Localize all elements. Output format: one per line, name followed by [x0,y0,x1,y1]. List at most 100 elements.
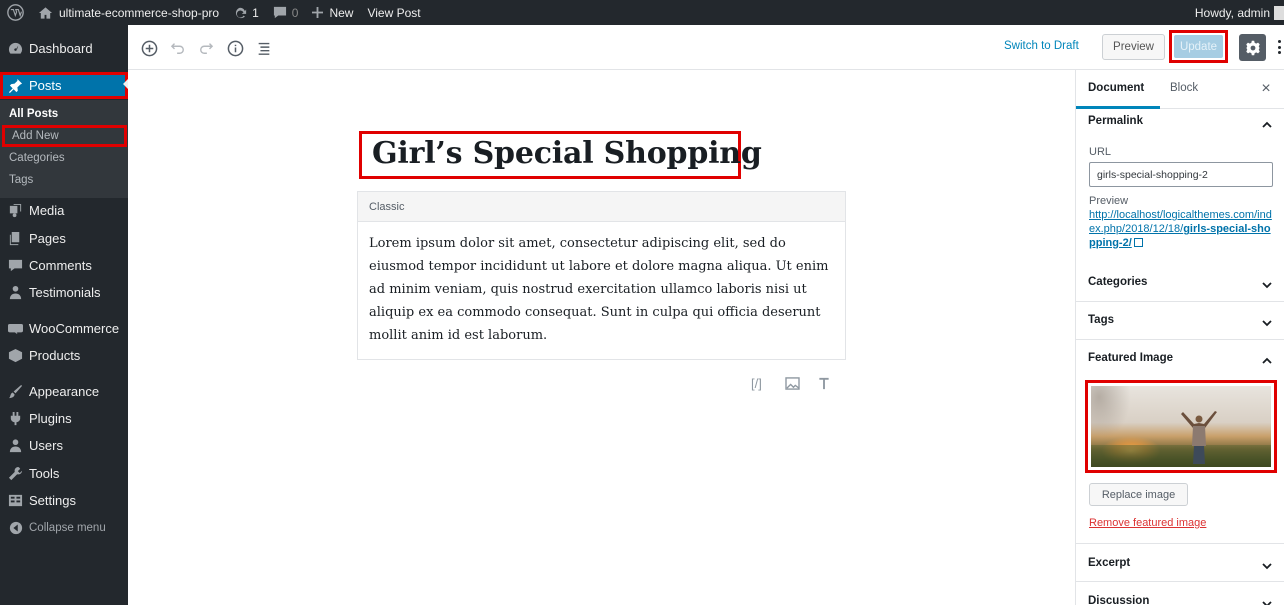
site-name-link[interactable]: ultimate-ecommerce-shop-pro [31,0,226,25]
comment-bubble-icon [273,6,286,19]
chevron-down-icon[interactable] [1262,316,1272,327]
submenu-categories[interactable]: Categories [9,152,65,164]
collapse-menu-label: Collapse menu [29,521,106,534]
plugins-icon [8,411,23,426]
preview-label: Preview [1089,195,1129,207]
preview-link[interactable]: http://localhost/logicalthemes.com/index… [1089,208,1277,250]
sidebar-item-appearance[interactable]: Appearance [0,379,128,404]
settings-toggle-button[interactable] [1239,34,1266,61]
switch-to-draft-button[interactable]: Switch to Draft [1004,40,1079,52]
sidebar-item-label: WooCommerce [29,321,120,336]
greeting-label: Howdy, admin [1194,5,1270,20]
redo-icon[interactable] [196,38,216,58]
submenu-tags[interactable]: Tags [9,174,33,186]
sidebar-item-products[interactable]: Products [0,343,128,368]
url-label: URL [1089,146,1112,158]
avatar [1274,5,1284,20]
featured-image-thumbnail[interactable] [1091,386,1271,467]
home-icon [38,6,53,19]
url-field[interactable]: girls-special-shopping-2 [1089,162,1273,187]
categories-section[interactable]: Categories [1076,264,1284,302]
settings-sidebar: Document Block × Permalink URL girls-spe… [1075,70,1284,605]
sidebar-item-woocommerce[interactable]: WooCommerce [0,316,128,341]
classic-block-content[interactable]: Lorem ipsum dolor sit amet, consectetur … [358,222,845,357]
tags-section[interactable]: Tags [1076,302,1284,340]
comments-count: 0 [291,5,299,20]
chevron-down-icon[interactable] [1262,278,1272,289]
new-content-link[interactable]: New [305,0,360,25]
classic-block[interactable]: Classic Lorem ipsum dolor sit amet, cons… [357,191,846,360]
sidebar-item-label: Dashboard [29,41,93,56]
person-silhouette-icon [1181,411,1217,464]
pin-icon [8,78,23,93]
submenu-add-new[interactable]: Add New [2,125,127,147]
tab-block[interactable]: Block [1170,82,1198,94]
chevron-up-icon[interactable] [1262,354,1272,364]
featured-image-heading[interactable]: Featured Image [1088,352,1173,364]
editor-toolbar: Switch to Draft Preview Update [128,25,1284,70]
chevron-down-icon[interactable] [1262,559,1272,570]
sidebar-item-users[interactable]: Users [0,433,128,458]
view-post-link[interactable]: View Post [360,0,427,25]
sidebar-item-pages[interactable]: Pages [0,226,128,251]
classic-block-label: Classic [358,192,845,222]
sidebar-item-tools[interactable]: Tools [0,461,128,486]
update-button[interactable]: Update [1174,35,1223,58]
comments-link[interactable]: 0 [266,0,306,25]
block-navigation-icon[interactable] [254,38,274,58]
remove-featured-image-link[interactable]: Remove featured image [1089,517,1206,529]
chevron-down-icon[interactable] [1262,597,1272,605]
wordpress-logo-icon[interactable] [0,0,31,25]
add-block-icon[interactable] [139,38,159,58]
preview-button[interactable]: Preview [1102,34,1165,60]
admin-bar: ultimate-ecommerce-shop-pro 1 0 New View… [0,0,1284,25]
view-post-label: View Post [367,5,421,20]
my-account-link[interactable]: Howdy, admin [1188,0,1284,25]
sidebar-item-posts[interactable]: Posts [0,72,128,99]
sidebar-item-dashboard[interactable]: Dashboard [0,36,128,61]
collapse-icon [8,520,23,535]
sidebar-item-comments[interactable]: Comments [0,253,128,278]
sidebar-item-label: Media [29,203,65,218]
info-icon[interactable] [225,38,245,58]
pages-icon [8,231,23,246]
excerpt-section[interactable]: Excerpt [1076,544,1284,582]
featured-image-highlight [1085,380,1277,473]
tags-heading[interactable]: Tags [1088,314,1114,326]
categories-heading[interactable]: Categories [1088,276,1147,288]
excerpt-heading[interactable]: Excerpt [1088,557,1130,569]
undo-icon[interactable] [168,38,188,58]
posts-submenu: All Posts Add New Categories Tags [0,100,128,198]
new-label: New [329,5,354,20]
sidebar-item-label: Products [29,348,81,363]
permalink-heading[interactable]: Permalink [1088,115,1143,127]
sidebar-item-label: Users [29,438,63,453]
dashboard-icon [8,41,23,56]
sidebar-item-testimonials[interactable]: Testimonials [0,280,128,305]
sidebar-item-media[interactable]: Media [0,198,128,223]
collapse-menu-button[interactable]: Collapse menu [0,515,128,540]
admin-sidebar: Dashboard Posts All Posts Add New Catego… [0,25,128,605]
heading-inserter-icon[interactable] [818,375,830,391]
replace-image-button[interactable]: Replace image [1089,483,1188,506]
sidebar-item-plugins[interactable]: Plugins [0,406,128,431]
site-name-label: ultimate-ecommerce-shop-pro [59,5,220,20]
post-title-highlight: Girl’s Special Shopping [359,131,762,179]
sidebar-item-label: Plugins [29,411,72,426]
refresh-icon [236,7,247,18]
discussion-section[interactable]: Discussion [1076,582,1284,605]
sidebar-item-settings[interactable]: Settings [0,488,128,513]
close-icon[interactable]: × [1260,80,1272,97]
shortcode-inserter-icon[interactable]: [/] [751,375,762,391]
tab-document[interactable]: Document [1076,82,1161,109]
chevron-up-icon[interactable] [1262,118,1272,128]
more-menu-icon[interactable] [1276,37,1282,57]
woocommerce-icon [8,321,23,336]
updates-link[interactable]: 1 [226,0,266,25]
post-title[interactable]: Girl’s Special Shopping [372,136,762,171]
discussion-heading[interactable]: Discussion [1088,595,1149,605]
sidebar-item-label: Testimonials [29,285,101,300]
image-inserter-icon[interactable] [785,375,800,391]
sidebar-item-label: Settings [29,493,76,508]
submenu-all-posts[interactable]: All Posts [9,108,58,120]
